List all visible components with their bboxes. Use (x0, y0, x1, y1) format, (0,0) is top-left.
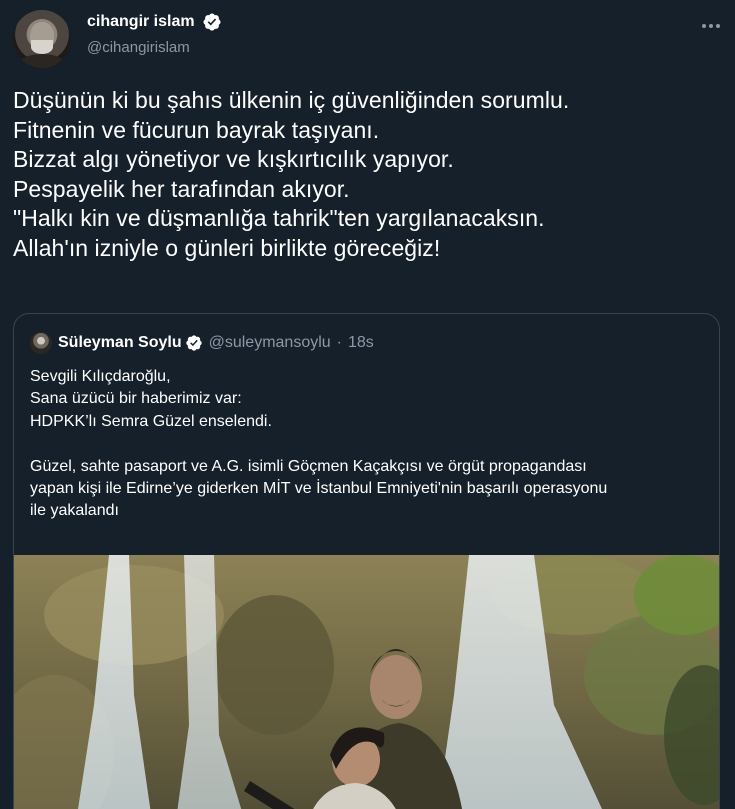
quoted-text-line: ile yakalandı (30, 502, 119, 520)
meta-separator: · (336, 334, 342, 351)
tweet-text-line: Fitnenin ve fücurun bayrak taşıyanı. (13, 116, 380, 143)
quoted-tweet-text: Sevgili Kılıçdaroğlu, Sana üzücü bir hab… (30, 366, 710, 523)
quoted-text-line (30, 433, 710, 455)
quoted-tweet-header: Süleyman Soylu @suleymansoylu · 18s (30, 332, 374, 354)
tweet-text-line: Pespayelik her tarafından akıyor. (13, 175, 350, 202)
more-dots (702, 24, 720, 28)
quoted-text-line: Sana üzücü bir haberimiz var: (30, 390, 242, 408)
quoted-display-name[interactable]: Süleyman Soylu (58, 334, 182, 352)
author-display-name[interactable]: cihangir islam (87, 13, 195, 31)
quoted-timestamp[interactable]: 18s (348, 334, 374, 352)
quoted-tweet[interactable]: Süleyman Soylu @suleymansoylu · 18s Sevgil… (13, 313, 720, 809)
more-horizontal-icon[interactable] (699, 16, 723, 36)
author-names: cihangir islam @cihangirislam (87, 12, 222, 56)
avatar[interactable] (13, 10, 71, 68)
tweet-text-line: Allah'ın izniyle o günleri birlikte göre… (13, 234, 441, 261)
tweet-text-line: Düşünün ki bu şahıs ülkenin iç güvenliği… (13, 87, 570, 113)
author-handle[interactable]: @cihangirislam (87, 39, 222, 56)
quoted-tweet-photo[interactable] (14, 555, 719, 809)
quoted-text-line: Güzel, sahte pasaport ve A.G. isimli Göç… (30, 457, 587, 475)
quoted-text-line: Sevgili Kılıçdaroğlu, (30, 368, 171, 385)
verified-badge-icon (203, 13, 221, 31)
tweet-text-line: Bizzat algı yönetiyor ve kışkırtıcılık y… (13, 146, 454, 173)
tweet-text-line: "Halkı kin ve düşmanlığa tahrik"ten yarg… (13, 205, 545, 232)
quoted-text-line: HDPKK’lı Semra Güzel enselendi. (30, 412, 272, 430)
tweet-header: cihangir islam @cihangirislam (13, 10, 723, 68)
quoted-avatar[interactable] (30, 332, 52, 354)
photo-waterfall-scene (14, 555, 719, 809)
tweet-text: Düşünün ki bu şahıs ülkenin iç güvenliği… (13, 86, 725, 264)
tweet-card: cihangir islam @cihangirislam Düşünün ki… (0, 0, 735, 809)
verified-badge-icon (185, 335, 202, 351)
quoted-text-line: yapan kişi ile Edirne’ye giderken MİT ve… (30, 480, 608, 498)
quoted-handle[interactable]: @suleymansoylu (209, 334, 331, 352)
